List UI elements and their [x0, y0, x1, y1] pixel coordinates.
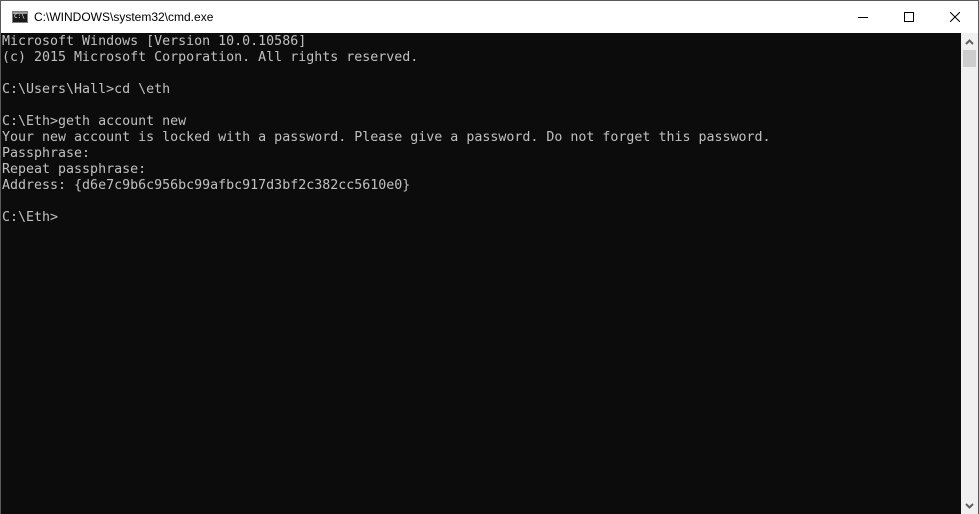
console-output[interactable]: Microsoft Windows [Version 10.0.10586] (c… — [1, 33, 961, 514]
scroll-down-button[interactable] — [961, 497, 978, 514]
maximize-icon — [904, 12, 914, 22]
console-line: Microsoft Windows [Version 10.0.10586] — [2, 34, 307, 49]
window-title: C:\WINDOWS\system32\cmd.exe — [34, 10, 214, 24]
console-line: Address: {d6e7c9b6c956bc99afbc917d3bf2c3… — [2, 178, 411, 193]
close-icon — [950, 12, 960, 22]
window-controls — [840, 1, 978, 33]
maximize-button[interactable] — [886, 1, 932, 33]
minimize-button[interactable] — [840, 1, 886, 33]
scrollbar-thumb[interactable] — [963, 50, 976, 67]
close-button[interactable] — [932, 1, 978, 33]
console-line: C:\Eth>geth account new — [2, 114, 187, 129]
minimize-icon — [858, 17, 868, 18]
vertical-scrollbar[interactable] — [961, 33, 978, 514]
title-bar[interactable]: C:\WINDOWS\system32\cmd.exe — [1, 1, 978, 33]
console-line: (c) 2015 Microsoft Corporation. All righ… — [2, 50, 419, 65]
console-line: Your new account is locked with a passwo… — [2, 130, 771, 145]
chevron-down-icon — [965, 502, 974, 509]
console-prompt[interactable]: C:\Eth> — [2, 210, 961, 226]
cmd-window: C:\WINDOWS\system32\cmd.exe Microsoft Wi… — [0, 0, 979, 514]
chevron-up-icon — [965, 38, 974, 45]
console-line: Repeat passphrase: — [2, 162, 147, 177]
scroll-up-button[interactable] — [961, 33, 978, 50]
console-line: Passphrase: — [2, 146, 91, 161]
cmd-icon — [12, 11, 28, 23]
console-line: C:\Users\Hall>cd \eth — [2, 82, 171, 97]
